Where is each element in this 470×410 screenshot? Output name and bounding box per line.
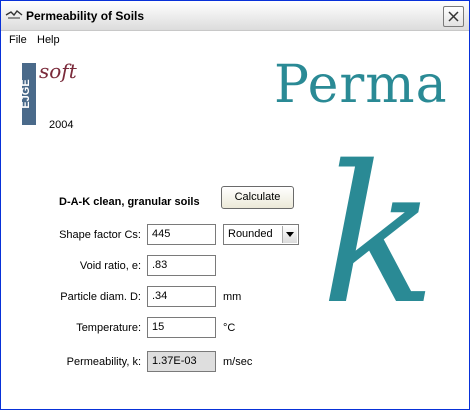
particle-diam-unit: mm bbox=[223, 291, 242, 303]
method-title: D-A-K clean, granular soils bbox=[59, 196, 200, 208]
menu-bar: File Help bbox=[1, 32, 469, 50]
menu-file[interactable]: File bbox=[9, 34, 27, 46]
window-title: Permeability of Soils bbox=[26, 9, 145, 23]
temperature-unit: °C bbox=[223, 322, 236, 334]
dropdown-arrow[interactable] bbox=[282, 226, 297, 243]
particle-diam-label: Particle diam. D: bbox=[60, 291, 141, 303]
app-icon bbox=[5, 10, 23, 19]
perma-brand-title: Perma bbox=[274, 55, 448, 115]
calculate-button[interactable]: Calculate bbox=[221, 186, 294, 209]
temperature-input[interactable]: 15 bbox=[147, 317, 216, 338]
soft-logo: soft bbox=[39, 59, 77, 83]
k-symbol-text: k bbox=[321, 141, 436, 331]
year-label: 2004 bbox=[49, 119, 74, 131]
permeability-label: Permeability, k: bbox=[66, 356, 141, 368]
close-button[interactable] bbox=[443, 6, 464, 27]
shape-factor-input[interactable]: 445 bbox=[147, 224, 216, 245]
k-symbol-graphic: k bbox=[321, 141, 436, 331]
close-icon bbox=[448, 11, 459, 22]
permeability-unit: m/sec bbox=[223, 356, 253, 368]
svg-text:EJGE: EJGE bbox=[20, 79, 32, 108]
temperature-label: Temperature: bbox=[76, 322, 141, 334]
ejge-logo: EJGE bbox=[20, 63, 36, 125]
permeability-output: 1.37E-03 bbox=[147, 351, 216, 372]
void-ratio-input[interactable]: .83 bbox=[147, 255, 216, 276]
title-bar: Permeability of Soils bbox=[1, 1, 469, 31]
menu-help[interactable]: Help bbox=[37, 34, 60, 46]
particle-diam-input[interactable]: .34 bbox=[147, 286, 216, 307]
shape-factor-select-value: Rounded bbox=[228, 228, 273, 240]
chevron-down-icon bbox=[286, 232, 294, 237]
shape-factor-label: Shape factor Cs: bbox=[59, 229, 141, 241]
shape-factor-select[interactable]: Rounded bbox=[223, 224, 299, 245]
void-ratio-label: Void ratio, e: bbox=[79, 260, 141, 272]
main-window: Permeability of Soils File Help EJGE sof… bbox=[0, 0, 470, 410]
